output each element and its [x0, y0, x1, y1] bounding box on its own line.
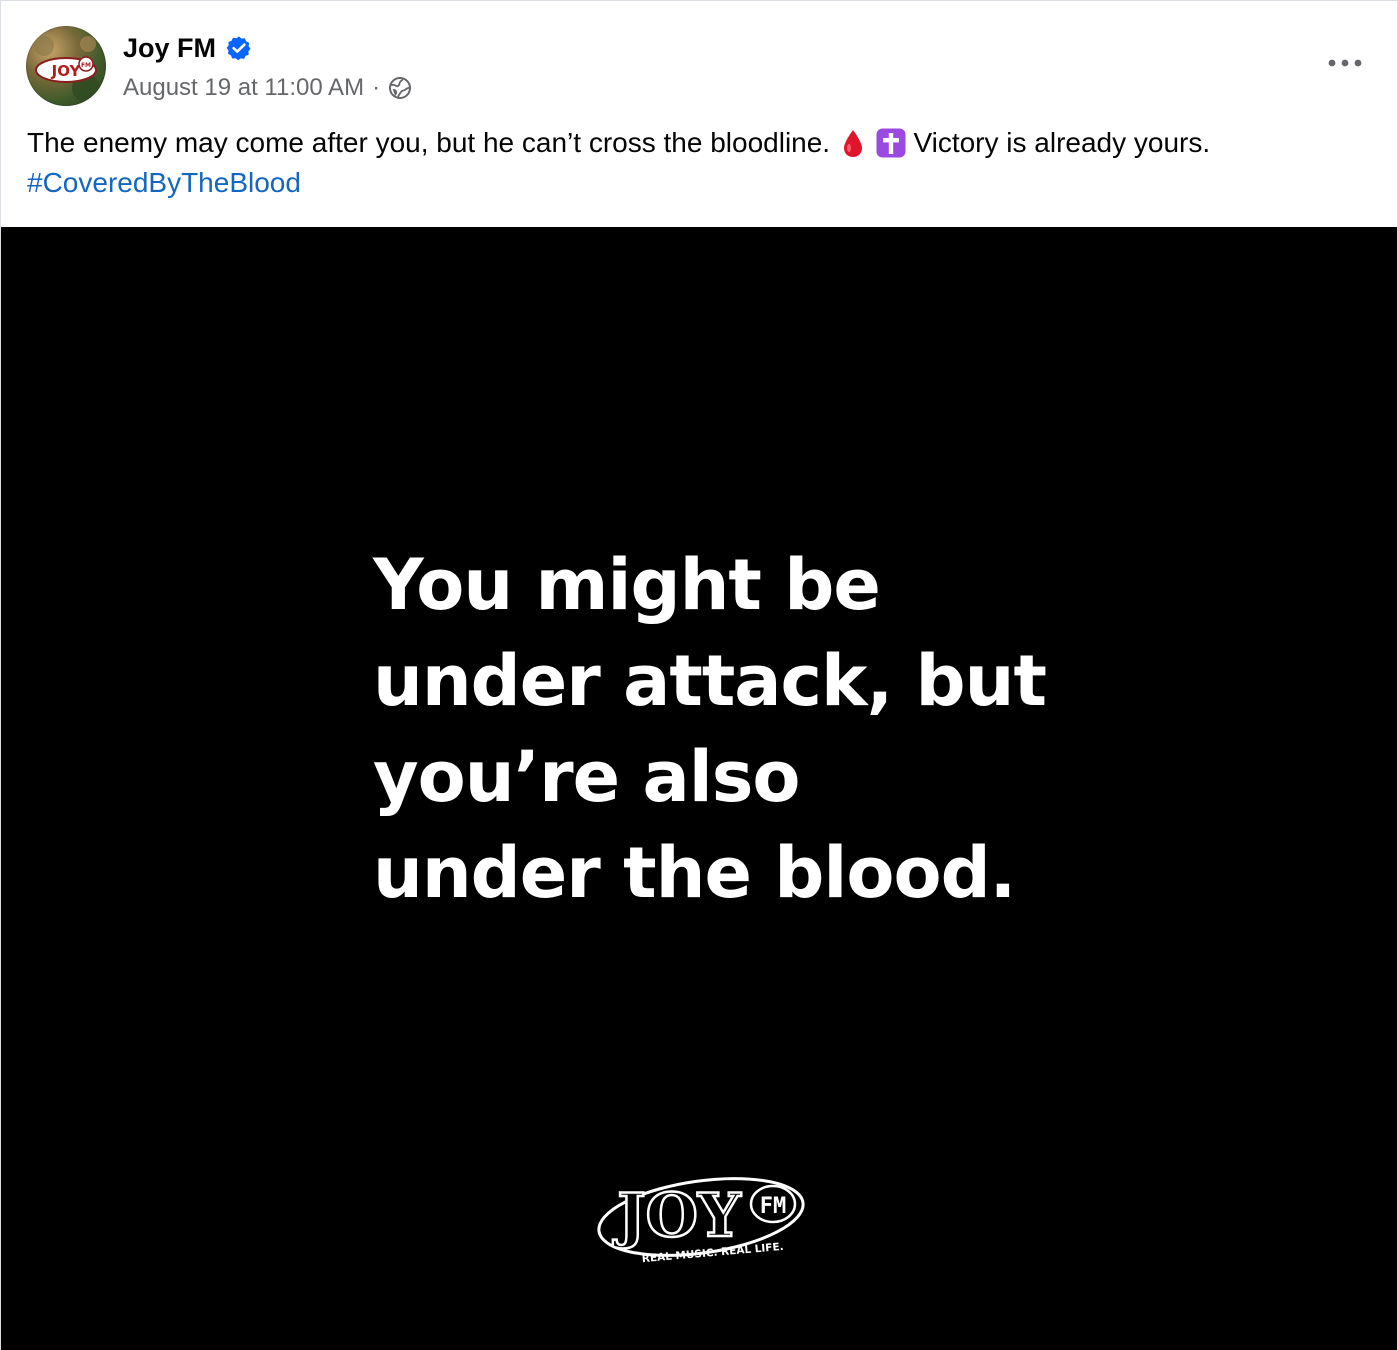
quote-line: under attack, but: [373, 640, 1047, 722]
svg-text:JOY: JOY: [51, 62, 82, 80]
drop-of-blood-emoji-icon: [838, 128, 868, 158]
logo-badge: FM: [760, 1194, 787, 1219]
post-header: JOY FM Joy FM August 19 at 11:00 AM ·: [1, 1, 1397, 121]
globe-icon[interactable]: [388, 76, 412, 100]
hashtag-link[interactable]: #CoveredByTheBlood: [27, 167, 301, 198]
joy-fm-logo: JOY FM REAL MUSIC. REAL LIFE.: [597, 1177, 805, 1265]
svg-text:FM: FM: [81, 62, 91, 69]
page-avatar[interactable]: JOY FM: [26, 26, 106, 106]
page-name[interactable]: Joy FM: [123, 31, 216, 65]
post-image[interactable]: You might be under attack, but you’re al…: [1, 227, 1397, 1350]
quote-line: you’re also: [373, 736, 801, 818]
meta-separator: ·: [372, 74, 381, 101]
quote-line: You might be: [373, 544, 881, 626]
page-name-row: Joy FM: [123, 31, 252, 65]
post-caption: The enemy may come after you, but he can…: [27, 123, 1367, 203]
latin-cross-emoji-icon: [876, 128, 906, 158]
post-meta: August 19 at 11:00 AM ·: [123, 72, 412, 104]
post-timestamp[interactable]: August 19 at 11:00 AM: [123, 74, 364, 102]
more-options-icon: [1328, 59, 1362, 67]
verified-badge-icon: [226, 35, 252, 61]
caption-text-after: Victory is already yours.: [913, 127, 1211, 158]
logo-text: JOY: [612, 1181, 742, 1251]
quote-line: under the blood.: [373, 832, 1016, 914]
joy-fm-logo-avatar-icon: JOY FM: [34, 36, 100, 102]
quote-text: You might be under attack, but you’re al…: [373, 537, 1073, 921]
caption-text-before: The enemy may come after you, but he can…: [27, 127, 831, 158]
facebook-post: JOY FM Joy FM August 19 at 11:00 AM · Th…: [0, 0, 1398, 1350]
more-options-button[interactable]: [1323, 43, 1367, 83]
